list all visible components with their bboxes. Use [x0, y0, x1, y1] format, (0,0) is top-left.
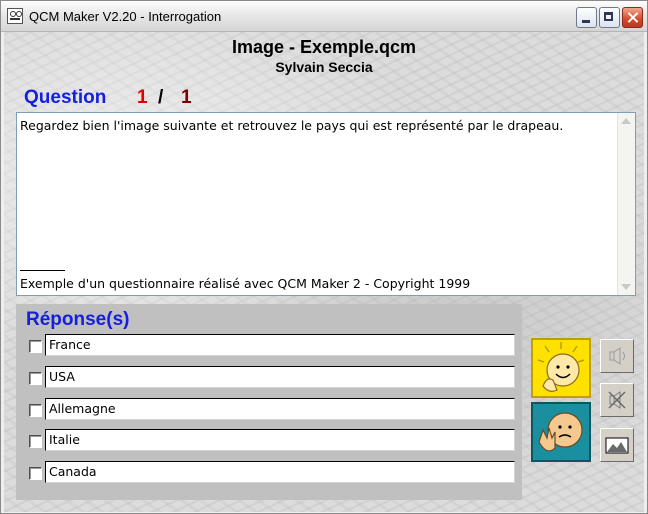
qcm-app-icon[interactable] [7, 8, 23, 24]
answer-field[interactable]: France [45, 334, 515, 356]
mute-button[interactable] [600, 383, 634, 417]
window-title: QCM Maker V2.20 - Interrogation [29, 9, 222, 24]
question-scrollbar[interactable] [617, 113, 635, 295]
close-button[interactable] [622, 7, 643, 28]
cancel-button[interactable] [531, 402, 591, 462]
app-window: QCM Maker V2.20 - Interrogation Image - … [0, 0, 648, 514]
question-label: Question [24, 87, 107, 108]
question-footer-text: Exemple d'un questionnaire réalisé avec … [20, 276, 471, 291]
answer-row: Allemagne [29, 398, 517, 420]
validate-button[interactable] [531, 338, 591, 398]
answer-row: USA [29, 366, 517, 388]
question-total-number: 1 [181, 87, 192, 108]
sound-button[interactable] [600, 339, 634, 373]
answer-field[interactable]: Italie [45, 429, 515, 451]
answer-row: France [29, 334, 517, 356]
answer-row: Italie [29, 429, 517, 451]
scroll-up-icon[interactable] [621, 118, 631, 124]
answer-checkbox[interactable] [29, 404, 42, 417]
answers-panel: Réponse(s) France USA Allemagne Italie C… [16, 304, 522, 500]
maximize-button[interactable] [599, 7, 620, 28]
minimize-button[interactable] [576, 7, 597, 28]
mute-icon [608, 391, 626, 409]
quiz-author: Sylvain Seccia [275, 59, 373, 75]
happy-face-icon [537, 342, 585, 392]
question-text: Regardez bien l'image suivante et retrou… [20, 118, 564, 133]
answer-field[interactable]: USA [45, 366, 515, 388]
answers-label: Réponse(s) [26, 309, 130, 330]
title-bar[interactable]: QCM Maker V2.20 - Interrogation [1, 1, 647, 32]
scroll-down-icon[interactable] [621, 284, 631, 290]
image-icon [605, 437, 629, 454]
question-text-area[interactable]: Regardez bien l'image suivante et retrou… [16, 112, 636, 296]
image-button[interactable] [600, 428, 634, 462]
answer-checkbox[interactable] [29, 340, 42, 353]
answer-row: Canada [29, 461, 517, 483]
sad-face-icon [538, 412, 583, 452]
answer-field[interactable]: Canada [45, 461, 515, 483]
question-divider [20, 270, 65, 271]
speaker-icon [609, 347, 625, 365]
answer-checkbox[interactable] [29, 372, 42, 385]
answer-checkbox[interactable] [29, 467, 42, 480]
question-separator: / [158, 87, 164, 108]
answer-checkbox[interactable] [29, 435, 42, 448]
client-area: Image - Exemple.qcm Sylvain Seccia Quest… [4, 32, 644, 512]
answer-field[interactable]: Allemagne [45, 398, 515, 420]
quiz-title: Image - Exemple.qcm [231, 37, 417, 57]
question-current-number: 1 [137, 87, 148, 108]
